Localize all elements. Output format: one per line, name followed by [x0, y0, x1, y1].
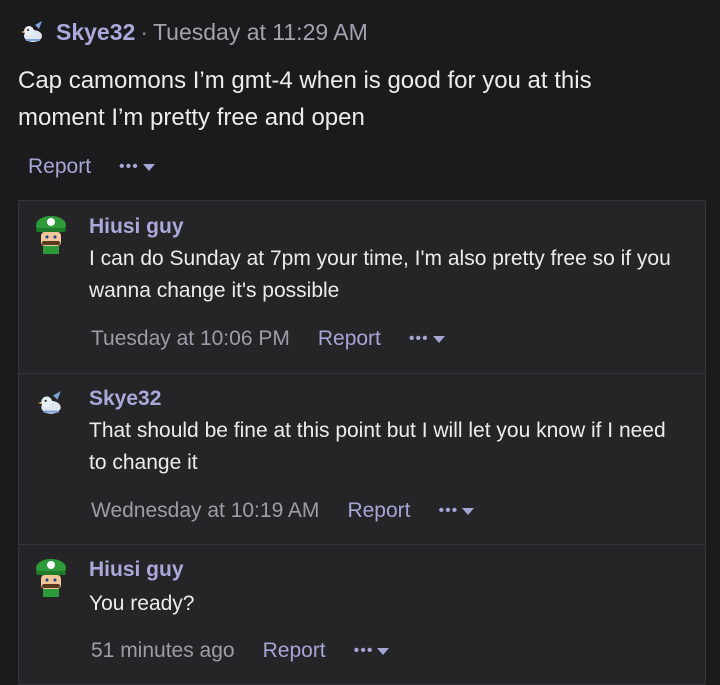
- more-dots-icon: •••: [438, 502, 459, 519]
- reply-actions: Wednesday at 10:19 AM Report •••: [91, 499, 475, 523]
- chevron-down-icon: [377, 647, 390, 655]
- more-options-button[interactable]: •••: [119, 159, 155, 175]
- more-dots-icon: •••: [408, 330, 429, 347]
- reply-actions: 51 minutes ago Report •••: [91, 639, 390, 663]
- report-button[interactable]: Report: [347, 499, 410, 523]
- reply-timestamp[interactable]: 51 minutes ago: [91, 639, 235, 663]
- replies-container: Hiusi guy I can do Sunday at 7pm your ti…: [18, 200, 706, 685]
- green-cap-character-icon[interactable]: [33, 213, 69, 255]
- separator: ·: [140, 18, 148, 45]
- divider: [19, 373, 705, 374]
- report-button[interactable]: Report: [28, 155, 91, 179]
- chevron-down-icon: [142, 163, 155, 171]
- post-timestamp[interactable]: Tuesday at 11:29 AM: [153, 19, 368, 46]
- reply-actions: Tuesday at 10:06 PM Report •••: [91, 327, 445, 351]
- post-actions: Report •••: [28, 155, 155, 179]
- post-header: Skye32 · Tuesday at 11:29 AM: [20, 16, 368, 48]
- bird-icon[interactable]: [20, 19, 46, 45]
- reply-timestamp[interactable]: Wednesday at 10:19 AM: [91, 499, 319, 523]
- more-dots-icon: •••: [119, 158, 139, 175]
- reply-username[interactable]: Hiusi guy: [89, 558, 184, 582]
- more-options-button[interactable]: •••: [409, 331, 445, 347]
- report-button[interactable]: Report: [318, 327, 381, 351]
- post-body: Cap camomons I’m gmt-4 when is good for …: [18, 67, 592, 131]
- reply-text: You ready?: [89, 592, 195, 615]
- reply-timestamp[interactable]: Tuesday at 10:06 PM: [91, 327, 290, 351]
- more-dots-icon: •••: [353, 642, 374, 659]
- reply-username[interactable]: Skye32: [89, 387, 161, 411]
- reply-text: I can do Sunday at 7pm your time, I'm al…: [89, 247, 671, 302]
- reply-text: That should be fine at this point but I …: [89, 419, 666, 474]
- chevron-down-icon: [432, 335, 445, 343]
- divider: [19, 544, 705, 545]
- bird-icon[interactable]: [37, 389, 65, 417]
- reply-username[interactable]: Hiusi guy: [89, 215, 184, 239]
- more-options-button[interactable]: •••: [354, 643, 390, 659]
- chevron-down-icon: [462, 507, 475, 515]
- more-options-button[interactable]: •••: [438, 502, 475, 519]
- report-button[interactable]: Report: [263, 639, 326, 663]
- green-cap-character-icon[interactable]: [33, 556, 69, 598]
- post-username[interactable]: Skye32: [56, 19, 135, 46]
